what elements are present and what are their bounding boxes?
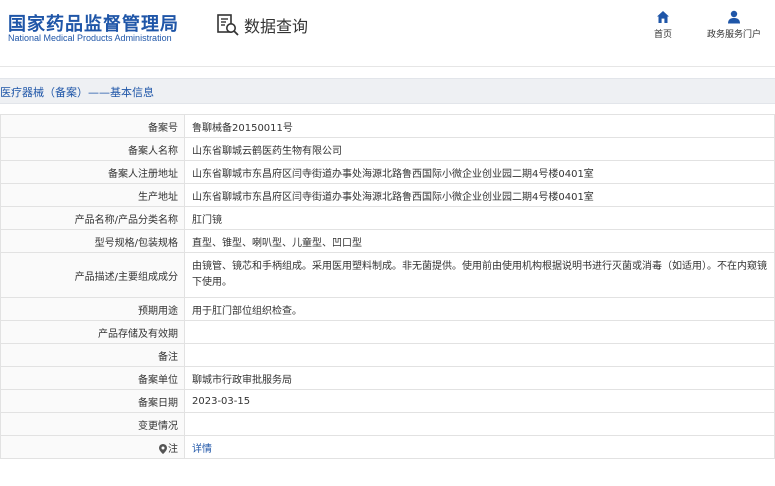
- row-label: 型号规格/包装规格: [0, 229, 185, 253]
- nav-home[interactable]: 首页: [651, 10, 675, 40]
- row-label: 变更情况: [0, 412, 185, 436]
- note-label-cell: 注: [0, 435, 185, 459]
- row-label: 备案单位: [0, 366, 185, 390]
- table-row: 生产地址 山东省聊城市东昌府区闫寺街道办事处海源北路鲁西国际小微企业创业园二期4…: [0, 183, 775, 207]
- row-label: 产品名称/产品分类名称: [0, 206, 185, 230]
- row-label: 备案人名称: [0, 137, 185, 161]
- table-row: 备案人注册地址 山东省聊城市东昌府区闫寺街道办事处海源北路鲁西国际小微企业创业园…: [0, 160, 775, 184]
- table-row: 型号规格/包装规格 直型、锥型、喇叭型、儿童型、凹口型: [0, 229, 775, 253]
- row-value: 直型、锥型、喇叭型、儿童型、凹口型: [184, 229, 775, 253]
- table-row: 产品名称/产品分类名称 肛门镜: [0, 206, 775, 230]
- row-label: 备案日期: [0, 389, 185, 413]
- nav-services-portal[interactable]: 政务服务门户: [700, 10, 768, 40]
- section-title: 医疗器械（备案）——基本信息: [0, 86, 154, 99]
- row-label: 预期用途: [0, 297, 185, 321]
- table-row: 备注: [0, 343, 775, 367]
- row-value: 肛门镜: [184, 206, 775, 230]
- site-header: 国家药品监督管理局 National Medical Products Admi…: [0, 0, 775, 67]
- table-row: 备案日期 2023-03-15: [0, 389, 775, 413]
- nav-home-label: 首页: [653, 29, 672, 39]
- row-value: 聊城市行政审批服务局: [184, 366, 775, 390]
- row-value: 2023-03-15: [184, 389, 775, 413]
- table-row: 备案单位 聊城市行政审批服务局: [0, 366, 775, 390]
- row-label: 产品存储及有效期: [0, 320, 185, 344]
- table-row: 预期用途 用于肛门部位组织检查。: [0, 297, 775, 321]
- row-label: 产品描述/主要组成成分: [0, 252, 185, 298]
- table-row: 备案人名称 山东省聊城云鹤医药生物有限公司: [0, 137, 775, 161]
- row-label: 备注: [0, 343, 185, 367]
- table-row: 产品存储及有效期: [0, 320, 775, 344]
- row-value: 山东省聊城市东昌府区闫寺街道办事处海源北路鲁西国际小微企业创业园二期4号楼040…: [184, 183, 775, 207]
- user-icon: [728, 10, 740, 24]
- table-row: 产品描述/主要组成成分 由镜管、镜芯和手柄组成。采用医用塑料制成。非无菌提供。使…: [0, 252, 775, 298]
- row-value: [184, 412, 775, 436]
- row-label: 备案人注册地址: [0, 160, 185, 184]
- row-value: 由镜管、镜芯和手柄组成。采用医用塑料制成。非无菌提供。使用前由使用机构根据说明书…: [184, 252, 775, 298]
- details-link[interactable]: 详情: [192, 444, 212, 455]
- record-info-table: 备案号 鲁聊械备20150011号 备案人名称 山东省聊城云鹤医药生物有限公司 …: [0, 114, 775, 459]
- logo-english[interactable]: National Medical Products Administration: [8, 33, 172, 43]
- row-label: 备案号: [0, 114, 185, 138]
- table-row: 注 详情: [0, 435, 775, 459]
- row-label: 注: [168, 443, 178, 455]
- nav-services-label: 政务服务门户: [706, 29, 761, 39]
- section-bar: 医疗器械（备案）——基本信息: [0, 78, 775, 104]
- document-search-icon: [217, 14, 239, 36]
- data-query-title: 数据查询: [244, 17, 309, 36]
- table-row: 变更情况: [0, 412, 775, 436]
- table-row: 备案号 鲁聊械备20150011号: [0, 114, 775, 138]
- row-value: 详情: [184, 435, 775, 459]
- location-pin-icon: [159, 443, 167, 454]
- home-icon: [657, 11, 669, 23]
- row-label: 生产地址: [0, 183, 185, 207]
- row-value: 鲁聊械备20150011号: [184, 114, 775, 138]
- data-query-heading: 数据查询: [216, 12, 308, 38]
- row-value: 山东省聊城市东昌府区闫寺街道办事处海源北路鲁西国际小微企业创业园二期4号楼040…: [184, 160, 775, 184]
- row-value: 用于肛门部位组织检查。: [184, 297, 775, 321]
- row-value: [184, 320, 775, 344]
- row-value: [184, 343, 775, 367]
- row-value: 山东省聊城云鹤医药生物有限公司: [184, 137, 775, 161]
